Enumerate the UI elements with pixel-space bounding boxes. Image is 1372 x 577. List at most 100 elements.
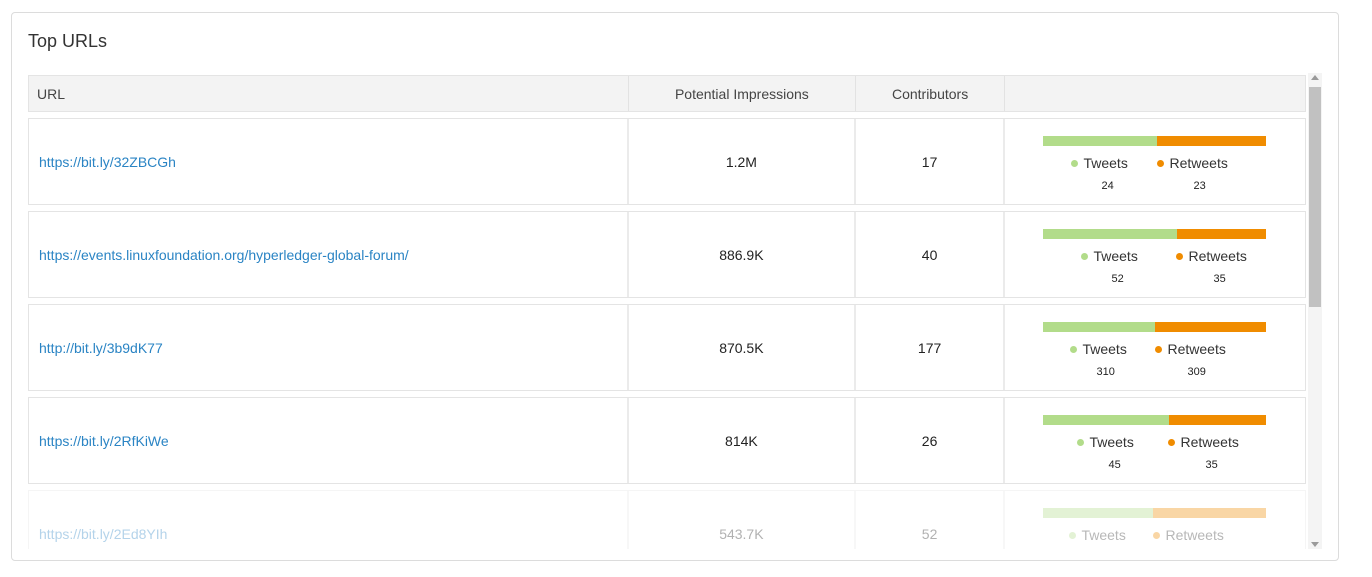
tweets-dot-icon [1077, 438, 1085, 446]
table-header: URL Potential Impressions Contributors [28, 75, 1306, 112]
impressions-value: 1.2M [725, 153, 757, 170]
tweets-legend: Tweets [1077, 434, 1134, 450]
contributors-cell: 177 [856, 305, 1006, 390]
tweets-retweets-bar [1043, 415, 1267, 425]
impressions-value: 870.5K [719, 339, 764, 356]
retweets-legend: Retweets [1153, 527, 1224, 543]
retweets-dot-icon [1153, 531, 1161, 539]
tweets-bar-segment [1043, 229, 1177, 239]
url-cell: https://bit.ly/2RfKiWe [29, 398, 630, 483]
table-row: https://bit.ly/32ZBCGh 1.2M 17 Tweets Re… [28, 118, 1306, 205]
contributors-value: 17 [921, 153, 938, 170]
contributors-cell: 17 [856, 119, 1006, 204]
panel-title: Top URLs [28, 31, 108, 51]
tweets-dot-icon [1081, 252, 1089, 260]
tweets-retweets-bar [1043, 322, 1267, 332]
tweets-retweets-cell: Tweets Retweets [1005, 491, 1305, 549]
contributors-value: 177 [917, 339, 942, 356]
retweets-legend: Retweets [1155, 341, 1226, 357]
header-contributors[interactable]: Contributors [856, 76, 1006, 111]
contributors-value: 40 [921, 246, 938, 263]
tweets-bar-segment [1043, 415, 1170, 425]
header-breakdown [1005, 76, 1305, 111]
tweets-label: Tweets [1089, 434, 1134, 450]
tweets-legend: Tweets [1071, 155, 1128, 171]
retweets-label: Retweets [1165, 527, 1224, 543]
tweets-label: Tweets [1093, 248, 1138, 264]
top-urls-table: URL Potential Impressions Contributors h… [28, 75, 1306, 549]
tweets-legend: Tweets [1081, 248, 1138, 264]
tweets-retweets-cell: Tweets Retweets 310 309 [1005, 305, 1305, 390]
tweets-dot-icon [1071, 159, 1079, 167]
retweets-dot-icon [1168, 438, 1176, 446]
tweets-bar-segment [1043, 136, 1158, 146]
tweets-label: Tweets [1083, 155, 1128, 171]
url-cell: https://events.linuxfoundation.org/hyper… [29, 212, 630, 297]
retweets-bar-segment [1155, 322, 1267, 332]
url-link[interactable]: https://bit.ly/32ZBCGh [39, 154, 176, 170]
table-row: https://bit.ly/2Ed8YIh 543.7K 52 Tweets … [28, 490, 1306, 549]
url-link[interactable]: https://events.linuxfoundation.org/hyper… [39, 247, 409, 263]
retweets-count: 309 [1187, 366, 1206, 378]
impressions-value: 543.7K [719, 525, 764, 542]
url-link[interactable]: https://bit.ly/2RfKiWe [39, 433, 169, 449]
tweets-legend: Tweets [1070, 341, 1127, 357]
retweets-legend: Retweets [1176, 248, 1247, 264]
tweets-retweets-bar [1043, 508, 1267, 518]
contributors-value: 26 [921, 432, 938, 449]
scroll-down-arrow-icon[interactable] [1311, 542, 1319, 547]
url-link[interactable]: http://bit.ly/3b9dK77 [39, 340, 163, 356]
retweets-label: Retweets [1169, 155, 1228, 171]
table-row: http://bit.ly/3b9dK77 870.5K 177 Tweets … [28, 304, 1306, 391]
retweets-bar-segment [1169, 415, 1267, 425]
tweets-retweets-cell: Tweets Retweets 24 23 [1005, 119, 1305, 204]
retweets-legend: Retweets [1168, 434, 1239, 450]
tweets-label: Tweets [1082, 341, 1127, 357]
tweets-count: 52 [1111, 273, 1124, 285]
retweets-dot-icon [1155, 345, 1163, 353]
retweets-dot-icon [1157, 159, 1165, 167]
header-potential-impressions[interactable]: Potential Impressions [629, 76, 856, 111]
scroll-up-arrow-icon[interactable] [1311, 75, 1319, 80]
tweets-bar-segment [1043, 508, 1153, 518]
contributors-cell: 40 [856, 212, 1006, 297]
retweets-bar-segment [1152, 508, 1267, 518]
contributors-value: 52 [921, 525, 938, 542]
url-cell: http://bit.ly/3b9dK77 [29, 305, 630, 390]
table-row: https://events.linuxfoundation.org/hyper… [28, 211, 1306, 298]
retweets-bar-segment [1176, 229, 1267, 239]
tweets-bar-segment [1043, 322, 1156, 332]
tweets-retweets-cell: Tweets Retweets 45 35 [1005, 398, 1305, 483]
contributors-cell: 26 [856, 398, 1006, 483]
impressions-cell: 543.7K [629, 491, 856, 549]
tweets-dot-icon [1070, 345, 1078, 353]
tweets-count: 24 [1101, 180, 1114, 192]
table-scrollbar[interactable] [1308, 73, 1322, 549]
tweets-retweets-bar [1043, 136, 1267, 146]
tweets-legend: Tweets [1069, 527, 1126, 543]
retweets-count: 35 [1213, 273, 1226, 285]
tweets-retweets-cell: Tweets Retweets 52 35 [1005, 212, 1305, 297]
url-link[interactable]: https://bit.ly/2Ed8YIh [39, 526, 167, 542]
top-urls-panel: Top URLs URL Potential Impressions Contr… [11, 12, 1339, 561]
url-cell: https://bit.ly/2Ed8YIh [29, 491, 630, 549]
impressions-cell: 1.2M [629, 119, 856, 204]
tweets-label: Tweets [1081, 527, 1126, 543]
contributors-cell: 52 [856, 491, 1006, 549]
scrollbar-thumb[interactable] [1309, 87, 1321, 307]
retweets-bar-segment [1157, 136, 1267, 146]
header-url[interactable]: URL [29, 76, 630, 111]
retweets-label: Retweets [1188, 248, 1247, 264]
retweets-dot-icon [1176, 252, 1184, 260]
retweets-label: Retweets [1167, 341, 1226, 357]
tweets-count: 310 [1096, 366, 1115, 378]
retweets-count: 35 [1205, 459, 1218, 471]
url-cell: https://bit.ly/32ZBCGh [29, 119, 630, 204]
retweets-label: Retweets [1180, 434, 1239, 450]
retweets-count: 23 [1193, 180, 1206, 192]
table-row: https://bit.ly/2RfKiWe 814K 26 Tweets Re… [28, 397, 1306, 484]
tweets-dot-icon [1069, 531, 1077, 539]
tweets-count: 45 [1108, 459, 1121, 471]
impressions-cell: 814K [629, 398, 856, 483]
impressions-value: 814K [725, 432, 758, 449]
